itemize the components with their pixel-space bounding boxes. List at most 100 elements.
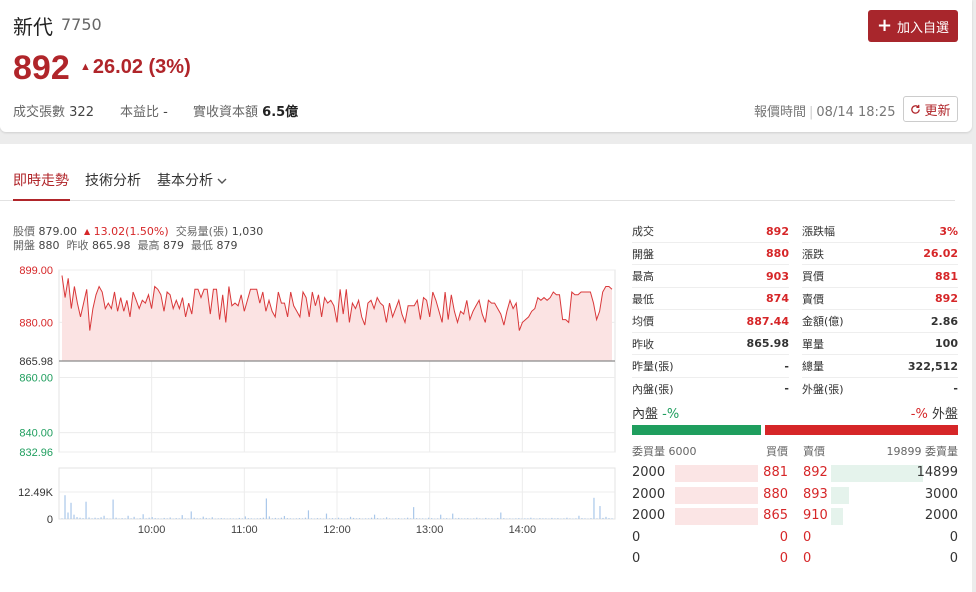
ask-volume: 3000 <box>924 486 958 502</box>
ask-volume: 0 <box>949 529 958 545</box>
plus-icon: + <box>876 15 893 36</box>
inner-bar <box>632 425 761 435</box>
bid-volume: 2000 <box>632 486 666 502</box>
ask-price: 892 <box>803 465 828 480</box>
refresh-button[interactable]: 更新 <box>903 96 958 122</box>
stat-label: 最高 <box>632 270 654 283</box>
bid-price-header: 買價 <box>766 445 788 458</box>
stat-row-right: 漲跌幅 3% <box>802 220 958 242</box>
stat-label: 均價 <box>632 315 654 328</box>
stat-value: 881 <box>935 269 958 283</box>
stat-value: 26.02 <box>923 247 958 260</box>
outer-text: 外盤 <box>931 407 958 422</box>
stat-value: 322,512 <box>907 359 958 373</box>
stat-value: 903 <box>766 269 789 283</box>
ask-volume: 2000 <box>924 508 958 524</box>
stat-value: - <box>953 382 958 395</box>
stat-row-right: 賣價 892 <box>802 288 958 310</box>
stat-row-right: 漲跌 26.02 <box>802 243 958 265</box>
stat-value: 3% <box>939 224 958 238</box>
ask-volume-bar <box>831 508 844 526</box>
ask-volume-header: 19899 委賣量 <box>886 445 959 458</box>
stat-value: - <box>784 359 789 373</box>
orderbook-row: 0000 <box>0 549 976 570</box>
outer-label: -% 外盤 <box>911 403 958 422</box>
stat-label: 成交 <box>632 225 654 238</box>
bid-volume-header: 委買量 6000 <box>632 445 697 458</box>
stat-label: 漲跌幅 <box>802 225 835 238</box>
stat-label: 買價 <box>802 270 824 283</box>
ask-volume: 14899 <box>916 465 958 480</box>
bid-volume: 2000 <box>632 465 666 480</box>
y-tick-label: 899.00 <box>19 265 53 277</box>
orderbook-row: 2000 880 893 3000 <box>0 485 976 506</box>
stat-value: 892 <box>766 224 789 238</box>
stat-row-right: 單量 100 <box>802 333 958 355</box>
outer-pct: -% <box>910 407 928 422</box>
ask-volume-bar <box>831 465 923 482</box>
stat-row-right: 金額(億) 2.86 <box>802 310 958 332</box>
stat-label: 金額(億) <box>802 315 844 328</box>
add-to-watchlist-button[interactable]: + 加入自選 <box>868 10 958 42</box>
divider: | <box>809 105 814 120</box>
ask-volume-bar <box>831 486 850 504</box>
ask-price: 910 <box>803 508 828 524</box>
orderbook-row: 2000 881 892 14899 <box>0 463 976 484</box>
stat-row-left: 最低 874 <box>632 288 789 310</box>
ask-price-header: 賣價 <box>803 445 825 458</box>
stat-label: 外盤(張) <box>802 382 844 396</box>
refresh-icon <box>911 104 921 114</box>
stat-value: 2.86 <box>930 314 958 328</box>
ask-price: 0 <box>803 551 812 567</box>
stat-label: 內盤(張) <box>632 382 674 396</box>
bid-price: 0 <box>779 551 788 567</box>
bid-price: 865 <box>763 508 788 524</box>
bid-volume: 0 <box>632 551 641 567</box>
inner-text: 內盤 <box>632 407 659 422</box>
stat-row-right: 買價 881 <box>802 265 958 287</box>
bid-price: 880 <box>763 486 788 502</box>
stat-value: 887.44 <box>746 314 789 328</box>
stat-row-left: 成交 892 <box>632 220 789 242</box>
stat-row-right: 外盤(張) - <box>802 378 958 400</box>
ask-price: 0 <box>803 529 812 545</box>
stat-label: 總量 <box>802 360 824 373</box>
y-tick-label: 880.00 <box>19 317 53 329</box>
stat-value: 100 <box>935 337 958 350</box>
stat-label: 最低 <box>632 292 654 306</box>
stat-value: - <box>784 382 789 395</box>
stat-label: 賣價 <box>802 292 824 306</box>
stat-label: 昨收 <box>632 337 654 351</box>
y-tick-label: 860.00 <box>19 372 53 384</box>
stat-label: 昨量(張) <box>632 360 674 373</box>
stat-row-left: 昨收 865.98 <box>632 333 789 355</box>
stat-row-left: 最高 903 <box>632 265 789 287</box>
quote-time-value: 08/14 18:25 <box>816 105 896 120</box>
stat-value: 874 <box>766 292 789 305</box>
outer-bar <box>765 425 958 435</box>
quote-time-label: 報價時間 <box>754 105 807 120</box>
y-tick-label: 832.96 <box>19 447 53 459</box>
bid-volume: 2000 <box>632 508 666 524</box>
bid-volume-bar <box>675 465 758 482</box>
y-tick-label: 840.00 <box>19 428 53 440</box>
stat-label: 單量 <box>802 337 824 351</box>
ask-price: 893 <box>803 486 828 502</box>
inner-pct: -% <box>662 407 680 422</box>
bid-price: 0 <box>779 529 788 545</box>
refresh-label: 更新 <box>924 103 951 119</box>
inner-label: 內盤 -% <box>632 403 679 422</box>
bid-volume-bar <box>675 508 758 526</box>
ask-volume: 0 <box>949 551 958 567</box>
bid-volume: 0 <box>632 529 641 545</box>
orderbook-row: 0000 <box>0 528 976 549</box>
stat-label: 漲跌 <box>802 247 824 261</box>
bid-price: 881 <box>763 465 788 480</box>
quote-time: 報價時間 | 08/14 18:25 <box>754 101 895 120</box>
stat-label: 開盤 <box>632 247 654 261</box>
stat-row-left: 開盤 880 <box>632 243 789 265</box>
bid-volume-bar <box>675 486 758 504</box>
add-to-watchlist-label: 加入自選 <box>897 20 950 36</box>
stat-value: 865.98 <box>746 337 789 350</box>
stat-row-left: 昨量(張) - <box>632 355 789 377</box>
